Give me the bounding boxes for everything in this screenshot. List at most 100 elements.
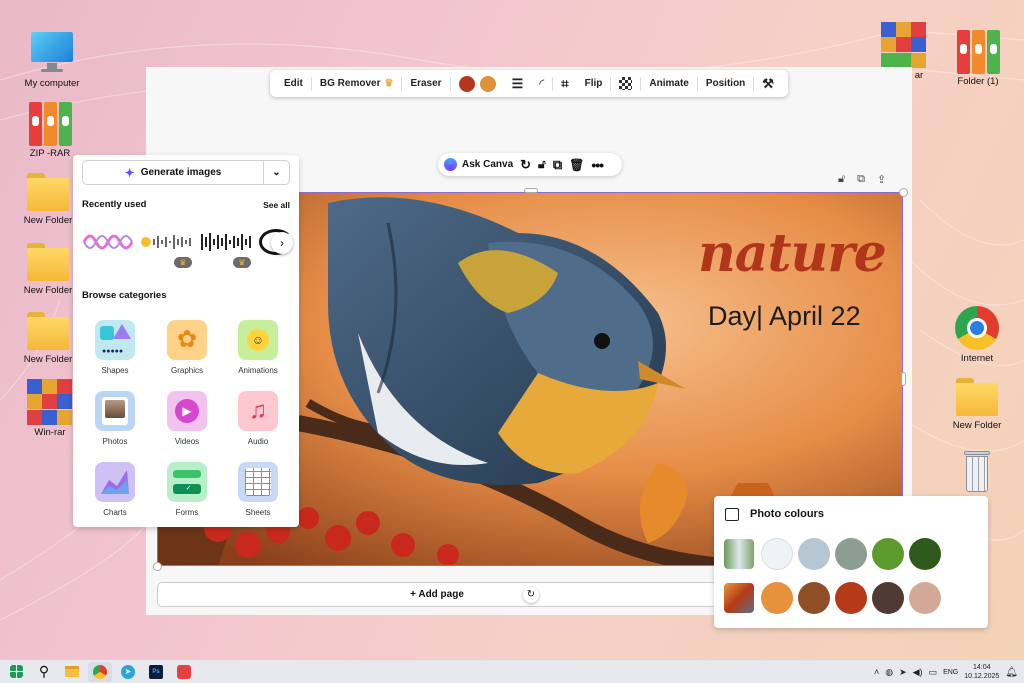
category-shapes[interactable]: ●●●●● Shapes	[83, 320, 147, 375]
monitor-icon	[29, 30, 75, 76]
color-swatch-2[interactable]	[479, 75, 496, 92]
desktop-icon-new-folder-2[interactable]: New Folder	[16, 240, 80, 296]
system-tray: ˄ ◍ ➤ ◀) ▭ ENG 14:04 10.12.2025 🔔︎	[874, 660, 1018, 683]
clock-date: 10.12.2025	[964, 673, 1000, 680]
clock[interactable]: 14:04 10.12.2025	[964, 663, 999, 681]
chevron-down-icon[interactable]: ⌄	[263, 161, 289, 184]
category-sheets[interactable]: Sheets	[226, 462, 290, 517]
speaker-icon[interactable]: ◀)	[913, 667, 923, 678]
colour-dot[interactable]	[798, 538, 830, 570]
delete-icon[interactable]: 🗑︎	[569, 158, 584, 172]
add-page-button[interactable]: + Add page	[157, 582, 717, 607]
desktop-icon-new-folder-1[interactable]: New Folder	[16, 170, 80, 226]
colour-dot[interactable]	[909, 582, 941, 614]
rotate-handle-icon[interactable]: ↻	[523, 587, 539, 603]
duplicate-icon[interactable]: ⧉	[553, 157, 562, 173]
see-all-link[interactable]: See all	[263, 200, 290, 210]
photo-thumbnail-2[interactable]	[724, 583, 754, 613]
resize-handle-top[interactable]	[524, 188, 538, 193]
battery-icon[interactable]: ▭	[929, 667, 938, 678]
border-style-icon[interactable]: ☰	[504, 70, 532, 97]
more-options-icon[interactable]: •••	[591, 157, 604, 173]
canva-assistant-icon	[444, 158, 457, 171]
winrar-icon	[27, 379, 73, 425]
generate-images-button[interactable]: ✦ Generate images	[83, 161, 263, 184]
category-videos[interactable]: ▶ Videos	[155, 391, 219, 446]
recent-item-audio-2[interactable]: ♛	[199, 231, 255, 269]
file-explorer-icon[interactable]	[60, 662, 84, 682]
color-swatch-1[interactable]	[458, 75, 475, 92]
ask-canva-button[interactable]: Ask Canva	[444, 158, 513, 171]
colour-dot[interactable]	[835, 538, 867, 570]
page-duplicate-icon[interactable]: ⧉	[857, 173, 865, 186]
page-lock-icon[interactable]: 🔓︎	[838, 173, 845, 186]
language-indicator[interactable]: ENG	[943, 669, 958, 676]
start-icon[interactable]	[4, 662, 28, 682]
app-icon[interactable]	[172, 662, 196, 682]
desktop-icon-internet[interactable]: Internet	[945, 305, 1009, 364]
category-animations[interactable]: ☺ Animations	[226, 320, 290, 375]
scroll-right-button[interactable]: ›	[271, 232, 293, 254]
folder-icon	[25, 173, 71, 213]
category-graphics[interactable]: ✿ Graphics	[155, 320, 219, 375]
page-add-icon[interactable]: ⇪	[877, 173, 886, 186]
spreadsheet-icon	[238, 462, 278, 502]
telegram-icon[interactable]: ➤	[116, 662, 140, 682]
generate-images-label: Generate images	[140, 167, 222, 178]
chart-icon	[95, 462, 135, 502]
color-swatches	[451, 70, 504, 97]
resize-handle-tr[interactable]	[899, 188, 908, 197]
recent-item-pink-wave[interactable]	[82, 227, 134, 257]
desktop-icon-new-folder-3[interactable]: New Folder	[16, 309, 80, 365]
taskbar: ⚲ ➤ Ps ˄ ◍ ➤ ◀) ▭ ENG 14:04 10.12.2025 🔔…	[0, 659, 1024, 683]
colour-dot[interactable]	[761, 538, 793, 570]
colour-dot[interactable]	[798, 582, 830, 614]
eraser-button[interactable]: Eraser	[402, 70, 449, 97]
resize-handle-right[interactable]	[901, 372, 906, 386]
form-icon: ✓	[167, 462, 207, 502]
paint-roller-icon[interactable]: ⚒	[754, 70, 782, 97]
colour-dot[interactable]	[761, 582, 793, 614]
telegram-tray-icon[interactable]: ➤	[899, 667, 907, 678]
category-charts[interactable]: Charts	[83, 462, 147, 517]
colour-dot[interactable]	[835, 582, 867, 614]
edit-button[interactable]: Edit	[276, 70, 311, 97]
photoshop-icon[interactable]: Ps	[144, 662, 168, 682]
crop-icon[interactable]: ⌗	[553, 70, 576, 97]
category-forms[interactable]: ✓ Forms	[155, 462, 219, 517]
desktop-icon-my-computer[interactable]: My computer	[20, 30, 84, 89]
chrome-taskbar-icon[interactable]	[88, 661, 112, 682]
colour-dot[interactable]	[909, 538, 941, 570]
photo-thumbnail-1[interactable]	[724, 539, 754, 569]
sparkle-icon: ✦	[124, 165, 135, 180]
desktop-icon-folder-1[interactable]: Folder (1)	[946, 28, 1010, 87]
network-icon[interactable]: ◍	[885, 667, 893, 678]
category-label: Graphics	[170, 366, 203, 375]
design-subtitle[interactable]: Day| April 22	[708, 301, 861, 332]
category-photos[interactable]: Photos	[83, 391, 147, 446]
desktop-icon-label: New Folder	[23, 215, 73, 226]
recent-item-audio-1[interactable]: ♛	[140, 231, 196, 269]
position-button[interactable]: Position	[698, 70, 753, 97]
bg-remover-button[interactable]: BG Remover ♛	[312, 70, 402, 97]
transparency-icon[interactable]	[611, 70, 640, 97]
resize-handle-bl[interactable]	[153, 562, 162, 571]
desktop-icon-recycle-bin[interactable]	[945, 447, 1009, 493]
notifications-icon[interactable]: 🔔︎	[1005, 667, 1018, 678]
binders-icon	[18, 100, 82, 146]
animate-button[interactable]: Animate	[641, 70, 696, 97]
corner-rounding-icon[interactable]: ◜	[531, 70, 552, 97]
tray-chevron-icon[interactable]: ˄	[874, 667, 879, 677]
premium-crown-icon: ♛	[233, 257, 251, 268]
desktop-icon-new-folder-right[interactable]: New Folder	[945, 375, 1009, 431]
search-icon[interactable]: ⚲	[32, 662, 56, 682]
desktop-icon-zip-rar[interactable]: ZIP -RAR	[18, 100, 82, 159]
colour-dot[interactable]	[872, 538, 904, 570]
desktop-icon-label: My computer	[24, 78, 80, 89]
design-title[interactable]: nature	[698, 223, 887, 284]
category-audio[interactable]: ♫ Audio	[226, 391, 290, 446]
colour-dot[interactable]	[872, 582, 904, 614]
lock-icon[interactable]: 🔓︎	[538, 157, 546, 172]
refresh-sparkle-icon[interactable]: ↻	[520, 157, 531, 173]
flip-button[interactable]: Flip	[577, 70, 611, 97]
